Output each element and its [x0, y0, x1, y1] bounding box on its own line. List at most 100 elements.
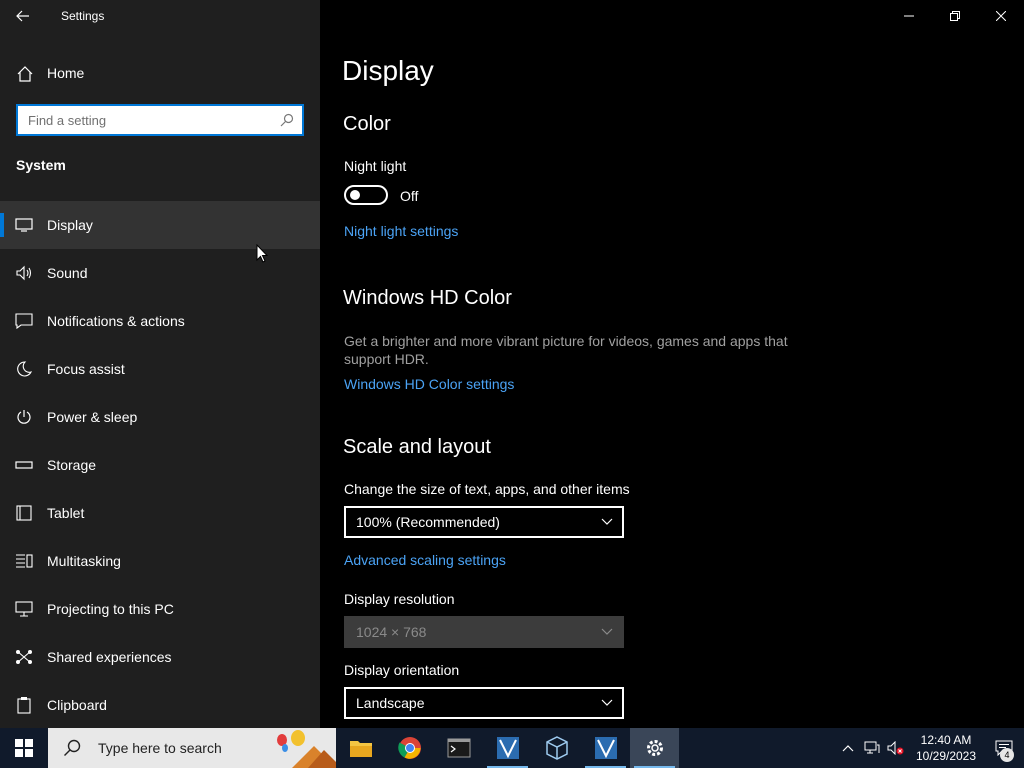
sidebar-item-multitasking[interactable]: Multitasking — [0, 537, 320, 585]
sidebar-item-projecting[interactable]: Projecting to this PC — [0, 585, 320, 633]
scale-dropdown[interactable]: 100% (Recommended) — [344, 506, 624, 538]
network-button[interactable] — [860, 728, 884, 768]
taskbar-file-explorer[interactable] — [336, 728, 385, 768]
moon-icon — [14, 359, 34, 379]
hd-color-settings-link[interactable]: Windows HD Color settings — [344, 376, 514, 392]
night-light-state: Off — [400, 188, 419, 204]
projecting-icon — [14, 599, 34, 619]
color-heading: Color — [343, 113, 391, 135]
section-label: System — [16, 157, 66, 173]
close-button[interactable] — [978, 0, 1024, 32]
network-icon — [864, 741, 880, 754]
storage-icon — [14, 455, 34, 475]
scale-label: Change the size of text, apps, and other… — [344, 481, 630, 497]
show-hidden-icons-button[interactable] — [836, 728, 860, 768]
app-icon — [594, 737, 617, 759]
back-button[interactable] — [0, 0, 46, 32]
sidebar-item-label: Shared experiences — [47, 649, 172, 665]
gear-icon — [646, 740, 663, 756]
sidebar-item-power-sleep[interactable]: Power & sleep — [0, 393, 320, 441]
clipboard-icon — [14, 695, 34, 715]
chevron-down-icon — [592, 518, 622, 526]
hd-color-heading: Windows HD Color — [343, 287, 512, 309]
taskbar-virtualbox[interactable] — [532, 728, 581, 768]
mouse-cursor-icon — [256, 244, 268, 263]
find-setting-input[interactable]: Find a setting — [16, 104, 304, 136]
speaker-icon — [14, 263, 34, 283]
orientation-dropdown[interactable]: Landscape — [344, 687, 624, 719]
night-light-settings-link[interactable]: Night light settings — [344, 223, 458, 239]
page-title: Display — [342, 55, 434, 86]
orientation-label: Display orientation — [344, 662, 460, 678]
hd-color-description: Get a brighter and more vibrant picture … — [344, 333, 788, 367]
taskbar-chrome[interactable] — [385, 728, 434, 768]
search-icon — [272, 106, 302, 134]
taskbar-settings[interactable] — [630, 728, 679, 768]
scale-value: 100% (Recommended) — [356, 514, 500, 530]
sidebar-item-label: Notifications & actions — [47, 313, 185, 329]
back-arrow-icon — [16, 10, 29, 22]
minimize-icon — [904, 15, 914, 17]
sidebar-item-label: Tablet — [47, 505, 85, 521]
notification-count-badge: 4 — [1000, 748, 1014, 762]
sidebar-item-label: Focus assist — [47, 361, 125, 377]
system-tray: 12:40 AM 10/29/2023 4 — [836, 728, 1024, 768]
advanced-scaling-link[interactable]: Advanced scaling settings — [344, 552, 506, 568]
night-light-label: Night light — [344, 158, 407, 174]
shared-icon — [14, 647, 34, 667]
windows-logo-icon — [15, 739, 33, 757]
volume-button[interactable] — [884, 728, 908, 768]
taskbar-app-2[interactable] — [581, 728, 630, 768]
clock-date: 10/29/2023 — [915, 749, 977, 763]
taskbar-terminal[interactable] — [434, 728, 483, 768]
sidebar-item-label: Clipboard — [47, 697, 107, 713]
search-placeholder: Find a setting — [28, 112, 107, 128]
resolution-dropdown: 1024 × 768 — [344, 616, 624, 648]
toggle-knob — [350, 190, 360, 200]
window-controls — [886, 0, 1024, 32]
notification-icon — [14, 311, 34, 331]
sidebar-item-label: Storage — [47, 457, 97, 473]
sidebar-item-storage[interactable]: Storage — [0, 441, 320, 489]
home-link[interactable]: Home — [0, 57, 320, 89]
volume-muted-icon — [887, 741, 904, 755]
resolution-label: Display resolution — [344, 591, 455, 607]
night-light-toggle[interactable] — [344, 185, 388, 205]
minimize-button[interactable] — [886, 0, 932, 32]
sidebar-item-notifications[interactable]: Notifications & actions — [0, 297, 320, 345]
orientation-value: Landscape — [356, 695, 425, 711]
sidebar-item-label: Display — [47, 217, 93, 233]
chevron-up-icon — [842, 745, 854, 752]
sidebar-item-label: Multitasking — [47, 553, 121, 569]
scale-layout-heading: Scale and layout — [343, 436, 491, 458]
sidebar-item-focus-assist[interactable]: Focus assist — [0, 345, 320, 393]
resolution-value: 1024 × 768 — [356, 624, 427, 640]
start-button[interactable] — [0, 728, 48, 768]
restore-icon — [950, 11, 960, 21]
sidebar-item-label: Projecting to this PC — [47, 601, 174, 617]
app-title: Settings — [61, 9, 105, 23]
sidebar-item-display[interactable]: Display — [0, 201, 320, 249]
home-icon — [16, 65, 34, 83]
sidebar-item-shared-experiences[interactable]: Shared experiences — [0, 633, 320, 681]
clock-time: 12:40 AM — [920, 733, 972, 747]
taskbar-app-1[interactable] — [483, 728, 532, 768]
sidebar-item-sound[interactable]: Sound — [0, 249, 320, 297]
folder-icon — [349, 741, 372, 757]
close-icon — [996, 11, 1006, 21]
action-center-button[interactable]: 4 — [984, 728, 1024, 768]
sidebar-item-clipboard[interactable]: Clipboard — [0, 681, 320, 729]
app-icon — [496, 737, 519, 759]
chrome-icon — [397, 737, 421, 759]
main-content: Display Color Night light Off Night ligh… — [320, 0, 1024, 728]
restore-button[interactable] — [932, 0, 978, 32]
sidebar-item-label: Power & sleep — [47, 409, 138, 425]
clock[interactable]: 12:40 AM 10/29/2023 — [908, 732, 984, 764]
sidebar: Settings Home Find a setting System Disp… — [0, 0, 320, 728]
power-icon — [14, 407, 34, 427]
multitasking-icon — [14, 551, 34, 571]
virtualbox-icon — [545, 736, 568, 760]
terminal-icon — [447, 738, 470, 758]
sidebar-item-tablet[interactable]: Tablet — [0, 489, 320, 537]
taskbar-search-box[interactable]: Type here to search — [48, 728, 336, 768]
